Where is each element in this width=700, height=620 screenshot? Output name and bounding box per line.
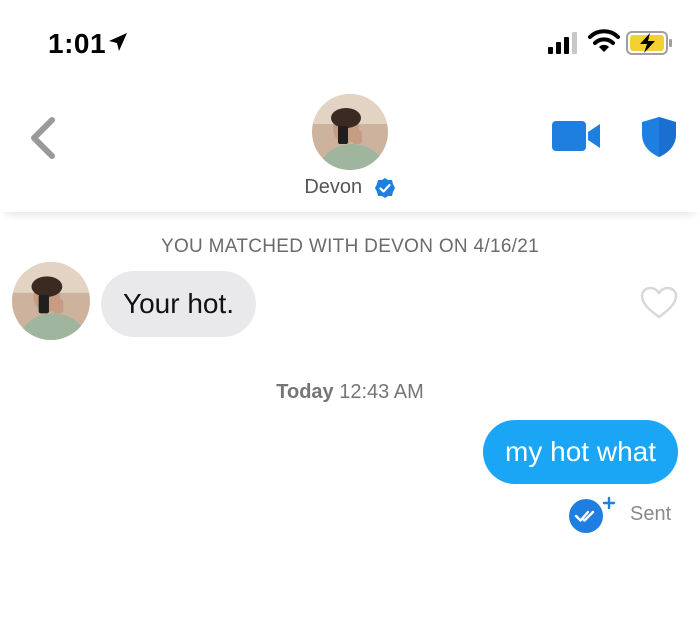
verified-badge-icon [374,177,395,198]
profile-avatar[interactable] [312,94,388,170]
heart-icon[interactable] [640,286,678,320]
back-chevron-icon[interactable] [26,116,58,160]
profile-name-row[interactable]: Devon [0,176,700,199]
video-call-icon[interactable] [552,120,602,152]
message-status: Sent [630,503,672,525]
timestamp-day: Today [276,381,334,403]
profile-name: Devon [304,176,363,199]
match-banner: YOU MATCHED WITH DEVON ON 4/16/21 [161,236,539,257]
safety-shield-icon[interactable] [640,116,678,158]
status-time: 1:01 [48,28,107,59]
timestamp-time: 12:43 AM [339,381,424,403]
outgoing-message-bubble[interactable]: my hot what [483,420,678,484]
message-avatar[interactable] [12,262,90,340]
wifi-icon [588,29,620,52]
signal-icon [548,32,577,54]
incoming-message-bubble[interactable]: Your hot. [101,271,257,337]
battery-charging-icon [626,31,672,55]
message-timestamp: Today 12:43 AM [0,381,700,404]
status-bar: 1:01 [0,0,700,80]
location-arrow-icon [109,33,127,51]
read-receipt-icon[interactable] [566,494,620,534]
conversation-header: Devon [0,80,700,212]
